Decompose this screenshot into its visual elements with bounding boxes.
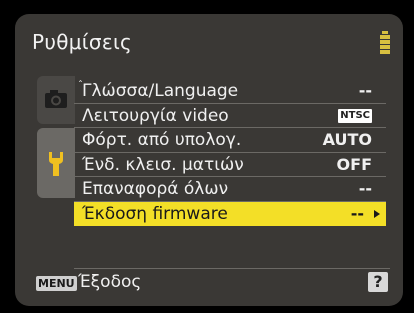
menu-item-label: Επαναφορά όλων [82,179,229,199]
footer-bar: MENU Έξοδος ? [36,272,388,296]
menu-item-label: Ένδ. κλεισ. ματιών [82,154,244,175]
menu-item-blink-warning[interactable]: Ένδ. κλεισ. ματιών OFF [74,153,386,177]
menu-item-value: -- [350,203,364,223]
menu-item-reset-all[interactable]: Επαναφορά όλων -- [74,177,386,202]
battery-full-icon [380,31,390,55]
menu-item-label: Έκδοση firmware [82,203,228,224]
ntsc-badge: NTSC [338,108,372,123]
menu-item-language[interactable]: Γλώσσα/Language -- [74,79,386,104]
menu-item-value: -- [358,81,372,100]
settings-menu: Γλώσσα/Language -- Λειτουργία video NTSC… [74,79,386,226]
tab-setup[interactable] [37,128,75,198]
help-button[interactable]: ? [368,272,388,292]
menu-item-label: Λειτουργία video [82,105,229,126]
exit-label: Έξοδος [78,272,142,292]
camera-icon [45,90,67,108]
menu-item-value: AUTO [322,130,372,149]
menu-tabs [37,76,75,198]
menu-item-label: Γλώσσα/Language [82,81,239,101]
menu-item-video-mode[interactable]: Λειτουργία video NTSC [74,104,386,128]
menu-item-charge-by-computer[interactable]: Φόρτ. από υπολογ. AUTO [74,128,386,153]
menu-item-value: -- [358,179,372,198]
tab-shooting[interactable] [37,76,75,124]
menu-item-firmware-version[interactable]: Έκδοση firmware -- [74,201,386,226]
chevron-right-icon [374,209,380,218]
camera-screen: Ρυθμίσεις ˆ Γλώσσα/Language -- Λειτουργί… [0,0,414,313]
menu-button[interactable]: MENU [36,276,77,291]
menu-item-label: Φόρτ. από υπολογ. [82,130,242,150]
footer-divider [74,268,390,269]
wrench-icon [49,152,63,176]
menu-item-value: OFF [336,154,372,174]
page-title: Ρυθμίσεις [32,30,133,54]
